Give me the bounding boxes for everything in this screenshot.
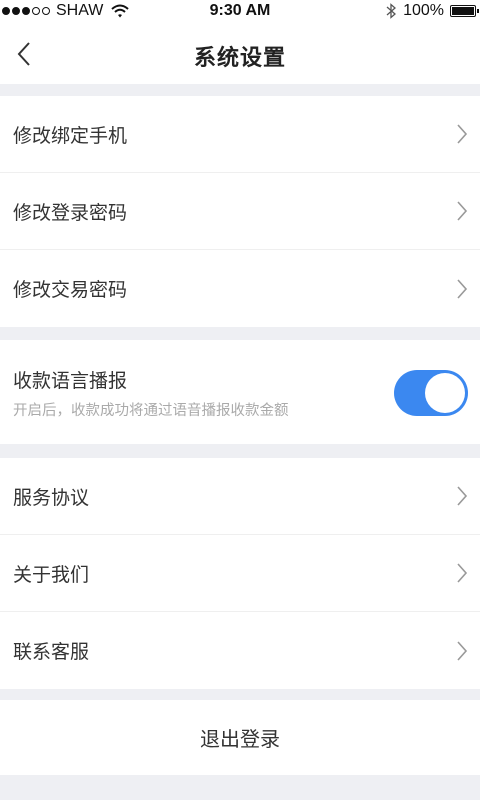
change-phone-label: 修改绑定手机 [13, 124, 128, 147]
bluetooth-icon [386, 3, 397, 19]
chevron-right-icon [457, 278, 468, 299]
status-bar: SHAW 9:30 AM 100% [0, 0, 480, 24]
contact-support-item[interactable]: 联系客服 [0, 612, 480, 689]
chevron-right-icon [457, 640, 468, 661]
voice-broadcast-toggle[interactable] [394, 370, 468, 416]
logout-button[interactable]: 退出登录 [0, 700, 480, 775]
change-trade-password-item[interactable]: 修改交易密码 [0, 250, 480, 327]
chevron-right-icon [457, 124, 468, 144]
change-trade-password-label: 修改交易密码 [13, 279, 128, 301]
status-right: 100% [385, 2, 479, 20]
about-us-item[interactable]: 关于我们 [0, 535, 480, 612]
logout-label: 退出登录 [200, 727, 280, 751]
chevron-right-icon [457, 486, 468, 506]
chevron-right-icon [457, 201, 468, 221]
logout-group: 退出登录 [0, 700, 480, 775]
service-agreement-item[interactable]: 服务协议 [0, 458, 480, 535]
change-login-password-item[interactable]: 修改登录密码 [0, 173, 480, 250]
battery-percent: 100% [403, 2, 444, 19]
voice-broadcast-group: 收款语言播报 开启后，收款成功将通过语音播报收款金额 [0, 340, 480, 444]
battery-icon [450, 5, 479, 17]
change-login-password-label: 修改登录密码 [13, 201, 128, 224]
account-settings-group: 修改绑定手机 修改登录密码 修改交易密码 [0, 96, 480, 327]
about-us-label: 关于我们 [13, 563, 90, 586]
voice-broadcast-item: 收款语言播报 开启后，收款成功将通过语音播报收款金额 [0, 340, 480, 444]
chevron-right-icon [457, 563, 468, 583]
page-title: 系统设置 [193, 46, 286, 71]
info-group: 服务协议 关于我们 联系客服 [0, 458, 480, 689]
contact-support-label: 联系客服 [13, 641, 90, 663]
service-agreement-label: 服务协议 [13, 486, 90, 509]
change-phone-item[interactable]: 修改绑定手机 [0, 96, 480, 173]
screen: SHAW 9:30 AM 100% 系统设置 修改绑定手机 修改登录密码 修改交… [0, 0, 480, 800]
toggle-knob [425, 373, 465, 413]
nav-bar: 系统设置 [0, 24, 480, 84]
